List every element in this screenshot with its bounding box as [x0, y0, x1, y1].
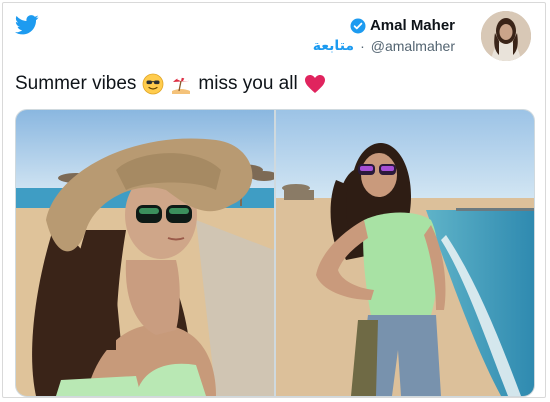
photo-beach-standing[interactable] — [276, 110, 534, 396]
tweet-card: Amal Maher متابعة · @amalmaher Summer vi… — [2, 2, 546, 398]
avatar[interactable] — [481, 11, 531, 61]
separator-dot: · — [360, 38, 365, 54]
follow-button[interactable]: متابعة — [313, 38, 354, 54]
red-heart-icon — [304, 73, 326, 95]
author-handle[interactable]: @amalmaher — [371, 38, 455, 54]
tweet-text-end: miss you all — [198, 73, 298, 94]
verified-icon — [350, 18, 366, 34]
photo-beach-hat[interactable] — [16, 110, 274, 396]
tweet-text-start: Summer vibes — [15, 73, 137, 94]
tweet-author: Amal Maher متابعة · @amalmaher — [313, 17, 455, 54]
tweet-media — [15, 109, 535, 397]
smiling-face-sunglasses-icon — [142, 73, 164, 95]
tweet-text: Summer vibes miss you all — [15, 73, 326, 95]
author-display-name[interactable]: Amal Maher — [370, 17, 455, 34]
twitter-icon[interactable] — [14, 15, 39, 35]
beach-umbrella-icon — [170, 73, 192, 95]
